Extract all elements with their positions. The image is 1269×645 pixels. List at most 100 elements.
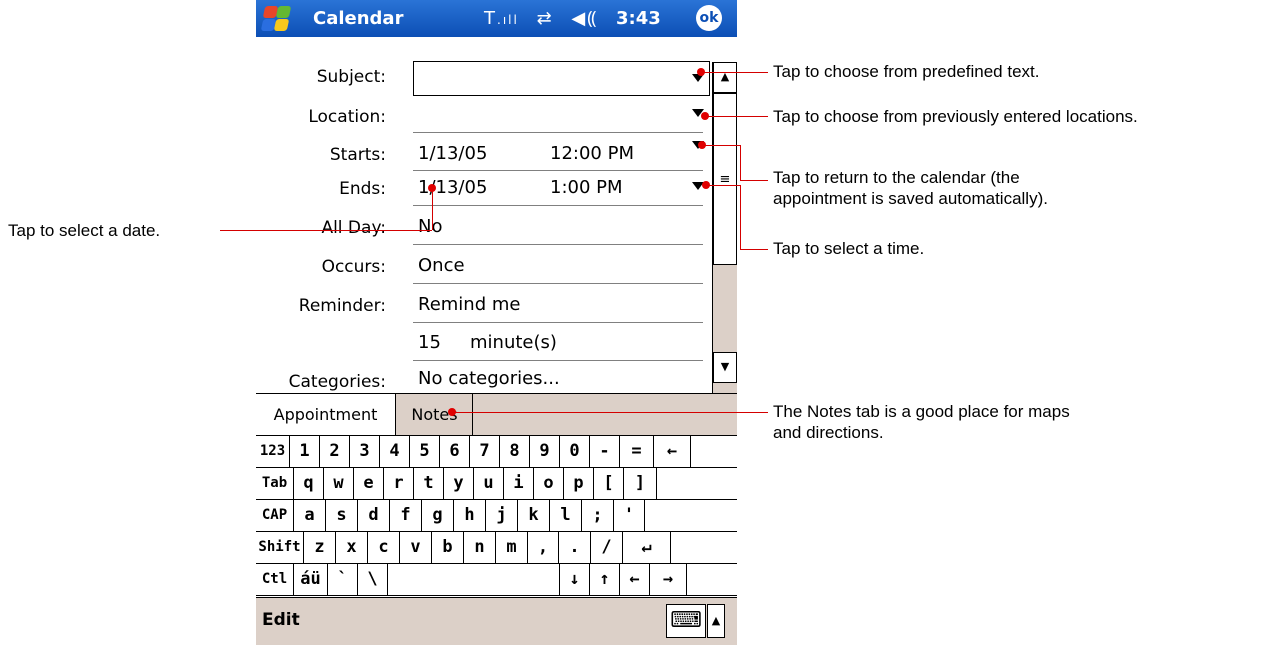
key-9[interactable]: 9 bbox=[530, 436, 560, 467]
key-7[interactable]: 7 bbox=[470, 436, 500, 467]
key-CAP[interactable]: CAP bbox=[256, 500, 294, 531]
key-4[interactable]: 4 bbox=[380, 436, 410, 467]
subject-input[interactable] bbox=[413, 61, 710, 96]
key-x[interactable]: x bbox=[336, 532, 368, 563]
tab-notes[interactable]: Notes bbox=[397, 394, 473, 435]
key-k[interactable]: k bbox=[518, 500, 550, 531]
form-scrollbar[interactable]: ▲ ≡ ▼ bbox=[712, 62, 737, 393]
key-d[interactable]: d bbox=[358, 500, 390, 531]
key-v[interactable]: v bbox=[400, 532, 432, 563]
key-Ctl[interactable]: Ctl bbox=[256, 564, 294, 595]
start-date-field[interactable]: 1/13/05 bbox=[418, 143, 487, 164]
leader-dot bbox=[702, 181, 710, 189]
key-q[interactable]: q bbox=[294, 468, 324, 499]
starts-label: Starts: bbox=[329, 145, 386, 165]
signal-icon[interactable]: T.ıll bbox=[484, 8, 519, 29]
keyboard-icon[interactable]: ⌨ bbox=[666, 604, 706, 638]
key-w[interactable]: w bbox=[324, 468, 354, 499]
key-p[interactable]: p bbox=[564, 468, 594, 499]
callout-previous-locations: Tap to choose from previously entered lo… bbox=[773, 107, 1138, 126]
key-a[interactable]: a bbox=[294, 500, 326, 531]
categories-field[interactable]: No categories... bbox=[418, 368, 560, 389]
key-u[interactable]: u bbox=[474, 468, 504, 499]
ok-button[interactable]: ok bbox=[696, 5, 722, 31]
key-u2f[interactable]: / bbox=[591, 532, 623, 563]
edit-menu[interactable]: Edit bbox=[262, 610, 300, 630]
reminder-unit-field[interactable]: minute(s) bbox=[470, 332, 557, 353]
key-u3d[interactable]: = bbox=[620, 436, 654, 467]
key-h[interactable]: h bbox=[454, 500, 486, 531]
key-Tab[interactable]: Tab bbox=[256, 468, 294, 499]
start-time-field[interactable]: 12:00 PM bbox=[550, 143, 634, 164]
key-u5b[interactable]: [ bbox=[594, 468, 624, 499]
key-u2e[interactable]: . bbox=[559, 532, 591, 563]
key-u5d[interactable]: ] bbox=[624, 468, 657, 499]
key-u2193[interactable]: ↓ bbox=[560, 564, 590, 595]
key-u2191[interactable]: ↑ bbox=[590, 564, 620, 595]
key-ue1ufc[interactable]: áü bbox=[294, 564, 328, 595]
key-1[interactable]: 1 bbox=[290, 436, 320, 467]
key-u2190[interactable]: ← bbox=[620, 564, 650, 595]
key-r[interactable]: r bbox=[384, 468, 414, 499]
key-y[interactable]: y bbox=[444, 468, 474, 499]
leader-dot bbox=[448, 408, 456, 416]
key-s[interactable]: s bbox=[326, 500, 358, 531]
reminder-amount-field[interactable]: 15 bbox=[418, 332, 441, 353]
leader-line bbox=[700, 72, 768, 73]
key-u60[interactable]: ` bbox=[328, 564, 358, 595]
leader-dot bbox=[697, 68, 705, 76]
key-space[interactable] bbox=[388, 564, 560, 595]
scroll-thumb[interactable]: ≡ bbox=[713, 93, 737, 265]
key-l[interactable]: l bbox=[550, 500, 582, 531]
key-5[interactable]: 5 bbox=[410, 436, 440, 467]
input-selector-arrow-icon[interactable]: ▲ bbox=[707, 604, 725, 638]
key-u3b[interactable]: ; bbox=[582, 500, 614, 531]
key-8[interactable]: 8 bbox=[500, 436, 530, 467]
scroll-down-arrow-icon[interactable]: ▼ bbox=[713, 352, 737, 383]
menu-bar: Edit ⌨ ▲ bbox=[256, 597, 737, 645]
key-u2c[interactable]: , bbox=[528, 532, 559, 563]
key-Shift[interactable]: Shift bbox=[256, 532, 304, 563]
key-m[interactable]: m bbox=[496, 532, 528, 563]
all-day-field[interactable]: No bbox=[418, 216, 442, 237]
occurs-field[interactable]: Once bbox=[418, 255, 465, 276]
leader-line bbox=[705, 116, 768, 117]
leader-dot bbox=[428, 184, 436, 192]
key-c[interactable]: c bbox=[368, 532, 400, 563]
start-menu-icon[interactable] bbox=[260, 5, 292, 33]
key-t[interactable]: t bbox=[414, 468, 444, 499]
leader-line bbox=[702, 145, 740, 146]
key-e[interactable]: e bbox=[354, 468, 384, 499]
keyboard-row: Shift z x c v b n m,. / ↵ bbox=[256, 532, 737, 564]
tab-appointment[interactable]: Appointment bbox=[256, 394, 396, 435]
clock[interactable]: 3:43 bbox=[616, 8, 661, 29]
key-u2d[interactable]: - bbox=[590, 436, 620, 467]
key-g[interactable]: g bbox=[422, 500, 454, 531]
key-n[interactable]: n bbox=[464, 532, 496, 563]
key-2[interactable]: 2 bbox=[320, 436, 350, 467]
connectivity-icon[interactable]: ⇄ bbox=[537, 8, 554, 29]
end-time-field[interactable]: 1:00 PM bbox=[550, 177, 623, 198]
key-f[interactable]: f bbox=[390, 500, 422, 531]
key-u21b5[interactable]: ↵ bbox=[623, 532, 671, 563]
scroll-up-arrow-icon[interactable]: ▲ bbox=[713, 62, 737, 93]
key-j[interactable]: j bbox=[486, 500, 518, 531]
leader-line bbox=[452, 412, 768, 413]
reminder-field[interactable]: Remind me bbox=[418, 294, 520, 315]
key-o[interactable]: o bbox=[534, 468, 564, 499]
leader-dot bbox=[698, 141, 706, 149]
key-z[interactable]: z bbox=[304, 532, 336, 563]
key-u5c[interactable]: \ bbox=[358, 564, 388, 595]
key-6[interactable]: 6 bbox=[440, 436, 470, 467]
key-u2190[interactable]: ← bbox=[654, 436, 691, 467]
key-u27[interactable]: ' bbox=[614, 500, 645, 531]
key-3[interactable]: 3 bbox=[350, 436, 380, 467]
key-i[interactable]: i bbox=[504, 468, 534, 499]
key-u2192[interactable]: → bbox=[650, 564, 687, 595]
key-0[interactable]: 0 bbox=[560, 436, 590, 467]
status-icons[interactable]: T.ıll ⇄ ◀⸨ bbox=[484, 6, 598, 30]
key-b[interactable]: b bbox=[432, 532, 464, 563]
key-123[interactable]: 123 bbox=[256, 436, 290, 467]
volume-icon[interactable]: ◀⸨ bbox=[571, 8, 598, 29]
callout-notes-tab-2: and directions. bbox=[773, 423, 884, 442]
